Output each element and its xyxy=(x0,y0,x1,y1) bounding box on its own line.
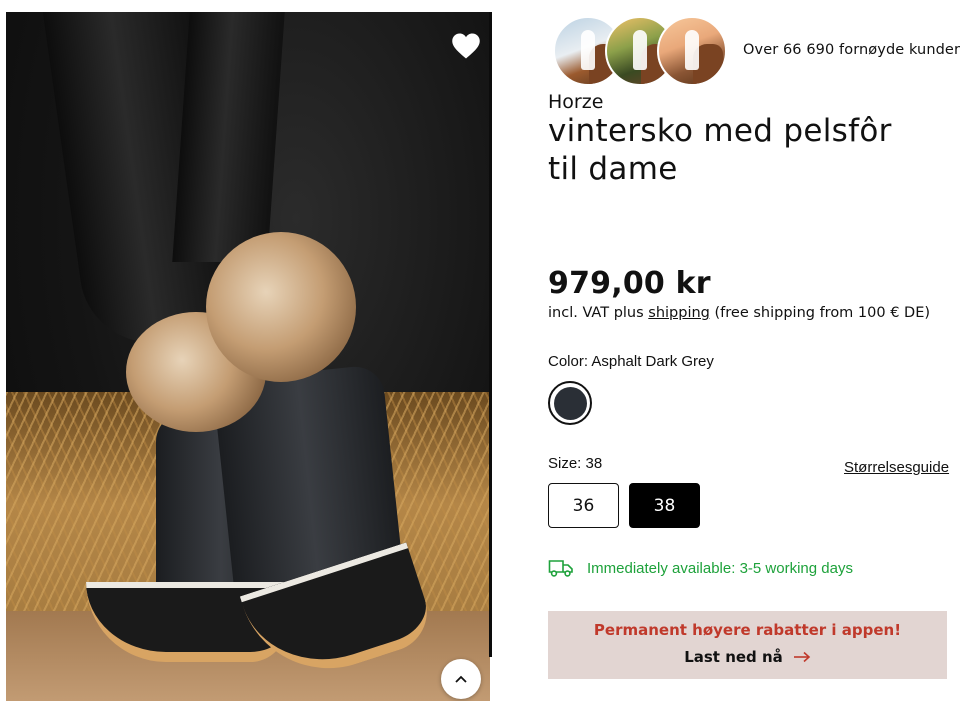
size-option-36[interactable]: 36 xyxy=(548,483,619,528)
color-swatch-fill xyxy=(553,386,587,420)
availability-status: Immediately available: 3-5 working days xyxy=(548,558,853,578)
shipping-link[interactable]: shipping xyxy=(648,305,710,321)
size-guide-link[interactable]: Størrelsesguide xyxy=(844,459,949,476)
truck-icon xyxy=(548,560,573,577)
product-title: vintersko med pelsfôr til dame xyxy=(548,113,892,187)
arrow-right-icon xyxy=(793,651,811,663)
app-promo-text: Permanent høyere rabatter i appen! xyxy=(593,621,902,639)
app-download-label: Last ned nå xyxy=(684,648,783,666)
customer-avatars xyxy=(553,16,733,86)
heart-icon xyxy=(452,33,480,59)
size-label: Size: 38 xyxy=(548,455,603,472)
product-image[interactable] xyxy=(6,12,490,701)
color-swatch-asphalt-dark-grey[interactable] xyxy=(548,381,592,425)
app-download-cta[interactable]: Last ned nå xyxy=(548,648,947,666)
vat-prefix: incl. VAT plus xyxy=(548,305,644,321)
product-price: 979,00 kr xyxy=(548,266,711,301)
wishlist-button[interactable] xyxy=(451,32,481,60)
image-fur-cuff-front xyxy=(206,232,356,382)
size-option-38[interactable]: 38 xyxy=(629,483,700,528)
availability-text: Immediately available: 3-5 working days xyxy=(587,559,853,577)
brand-name[interactable]: Horze xyxy=(548,91,603,113)
customer-count-text: Over 66 690 fornøyde kunder xyxy=(743,42,960,58)
vat-suffix: (free shipping from 100 € DE) xyxy=(714,305,931,321)
color-label: Color: Asphalt Dark Grey xyxy=(548,353,714,370)
avatar xyxy=(657,16,727,86)
vat-shipping-note: incl. VAT plus shipping (free shipping f… xyxy=(548,305,930,321)
gallery-divider xyxy=(489,12,492,657)
image-leg-right xyxy=(172,12,285,262)
scroll-up-button[interactable] xyxy=(441,659,481,699)
app-download-banner[interactable]: Permanent høyere rabatter i appen! Last … xyxy=(548,611,947,679)
chevron-up-icon xyxy=(455,675,467,683)
